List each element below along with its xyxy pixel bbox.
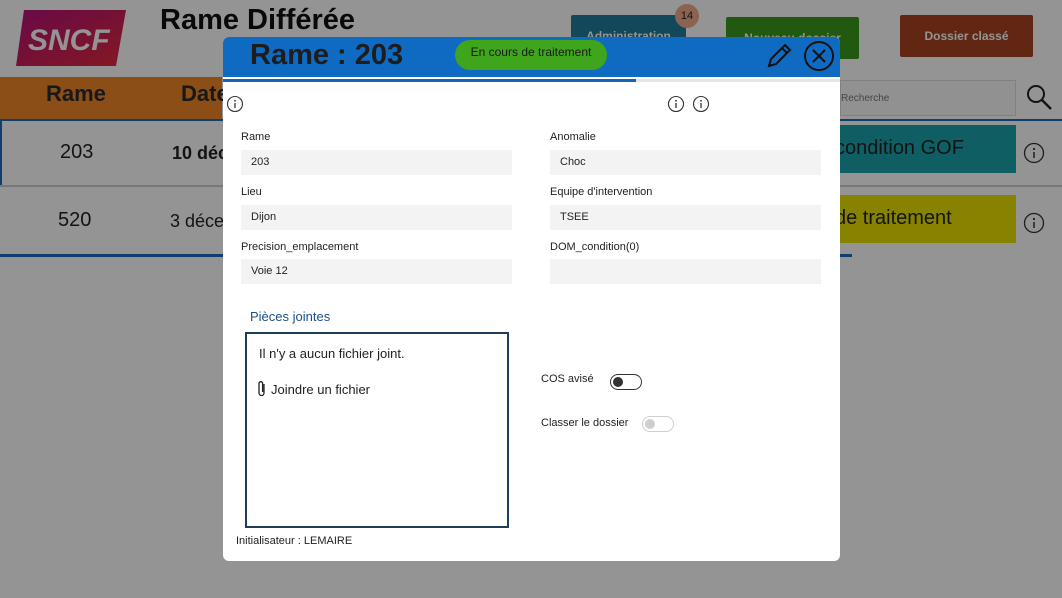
field-label-precision: Precision_emplacement — [241, 241, 359, 253]
info-icon[interactable] — [226, 95, 244, 113]
field-label-equipe: Equipe d'intervention — [550, 186, 653, 198]
rame-detail-modal: Rame : 203 En cours de traitement Rame 2… — [223, 37, 840, 561]
cos-avise-label: COS avisé — [541, 373, 594, 385]
field-value-equipe: TSEE — [550, 205, 821, 230]
field-label-anomalie: Anomalie — [550, 131, 596, 143]
status-pill: En cours de traitement — [455, 40, 607, 70]
field-label-rame: Rame — [241, 131, 271, 143]
cos-avise-toggle[interactable] — [610, 374, 642, 390]
info-icon[interactable] — [692, 95, 710, 113]
field-label-lieu: Lieu — [241, 186, 262, 198]
field-value-rame: 203 — [241, 150, 512, 175]
attach-file-label: Joindre un fichier — [271, 381, 370, 397]
attachments-title: Pièces jointes — [250, 309, 331, 324]
field-label-dom-condition: DOM_condition(0) — [550, 241, 640, 253]
field-value-precision: Voie 12 — [241, 259, 512, 284]
modal-header: Rame : 203 En cours de traitement — [223, 37, 840, 77]
no-attachment-text: Il n'y a aucun fichier joint. — [259, 346, 405, 361]
modal-title: Rame : 203 — [250, 39, 404, 71]
classer-dossier-toggle[interactable] — [642, 416, 674, 432]
field-value-anomalie: Choc — [550, 150, 821, 175]
attach-file-button[interactable]: Joindre un fichier — [255, 380, 370, 398]
attachments-box: Il n'y a aucun fichier joint. Joindre un… — [245, 332, 509, 528]
close-icon[interactable] — [803, 40, 835, 72]
progress-bar — [223, 79, 840, 82]
initiator-text: Initialisateur : LEMAIRE — [236, 535, 353, 547]
field-value-dom-condition — [550, 259, 821, 284]
progress-fill — [223, 79, 637, 82]
pencil-icon[interactable] — [763, 40, 795, 72]
info-icon[interactable] — [667, 95, 685, 113]
classer-dossier-label: Classer le dossier — [541, 417, 629, 429]
field-value-lieu: Dijon — [241, 205, 512, 230]
paperclip-icon — [255, 380, 269, 398]
